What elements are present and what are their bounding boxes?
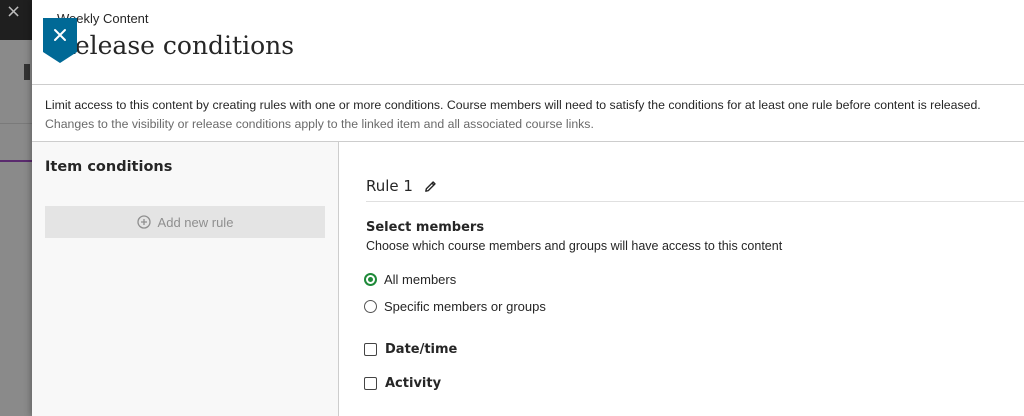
plus-circle-icon (136, 215, 151, 229)
background-accent-line (0, 160, 32, 162)
add-new-rule-button[interactable]: Add new rule (45, 206, 325, 238)
radio-all-members-label: All members (384, 272, 457, 287)
radio-button-selected[interactable] (364, 273, 377, 286)
checkbox-activity[interactable]: Activity (364, 376, 441, 391)
select-members-description: Choose which course members and groups w… (366, 239, 783, 253)
rule-divider (366, 201, 1024, 202)
background-page: × (0, 0, 32, 416)
radio-all-members[interactable]: All members (364, 272, 456, 287)
add-new-rule-label: Add new rule (157, 214, 234, 230)
background-close-icon: × (6, 1, 22, 22)
checkbox-date-time[interactable]: Date/time (364, 342, 457, 357)
rule-title-text: Rule 1 (366, 177, 413, 195)
checkbox-date-time-label: Date/time (385, 342, 458, 357)
page-title: Release conditions (56, 31, 295, 60)
rule-title: Rule 1 (366, 177, 438, 195)
pencil-icon[interactable] (423, 179, 438, 194)
background-divider (0, 123, 32, 124)
checkbox[interactable] (364, 343, 377, 356)
select-members-title: Select members (366, 220, 485, 235)
rule-editor: Rule 1 Select members Choose which cours… (340, 142, 1024, 416)
item-conditions-sidebar: Item conditions Add new rule (32, 142, 339, 416)
radio-button[interactable] (364, 300, 377, 313)
radio-specific-members-label: Specific members or groups (384, 299, 546, 314)
item-conditions-title: Item conditions (45, 159, 173, 175)
release-conditions-panel: Weekly Content Release conditions Limit … (32, 0, 1024, 416)
panel-header: Weekly Content Release conditions (32, 0, 1024, 85)
radio-specific-members[interactable]: Specific members or groups (364, 299, 546, 314)
background-topbar: × (0, 0, 32, 40)
info-description: Limit access to this content by creating… (45, 98, 981, 112)
info-note: Changes to the visibility or release con… (45, 117, 594, 131)
info-section: Limit access to this content by creating… (32, 85, 1024, 142)
checkbox[interactable] (364, 377, 377, 390)
close-icon (54, 29, 66, 41)
checkbox-activity-label: Activity (385, 376, 442, 391)
close-panel-button[interactable] (43, 18, 77, 63)
background-fragment (24, 64, 30, 80)
